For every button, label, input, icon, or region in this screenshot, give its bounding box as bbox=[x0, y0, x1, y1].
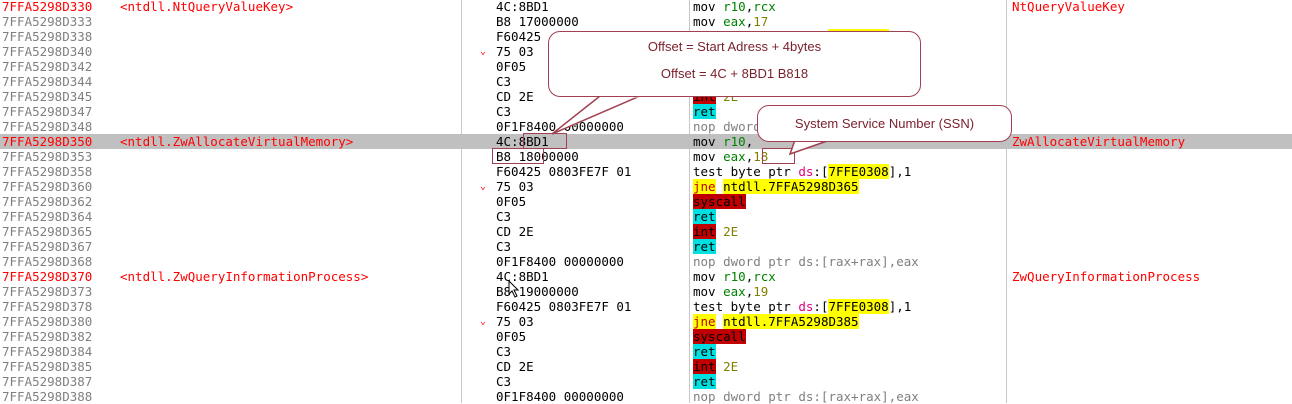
ssn-callout: System Service Number (SSN) bbox=[757, 105, 1012, 142]
ssn-callout-text: System Service Number (SSN) bbox=[794, 116, 975, 131]
mouse-cursor-icon bbox=[508, 280, 520, 298]
offset-callout-line2: Offset = 4C + 8BD1 B818 bbox=[660, 66, 809, 81]
offset-callout-line1: Offset = Start Adress + 4bytes bbox=[647, 39, 822, 54]
offset-callout: Offset = Start Adress + 4bytes Offset = … bbox=[548, 31, 921, 97]
